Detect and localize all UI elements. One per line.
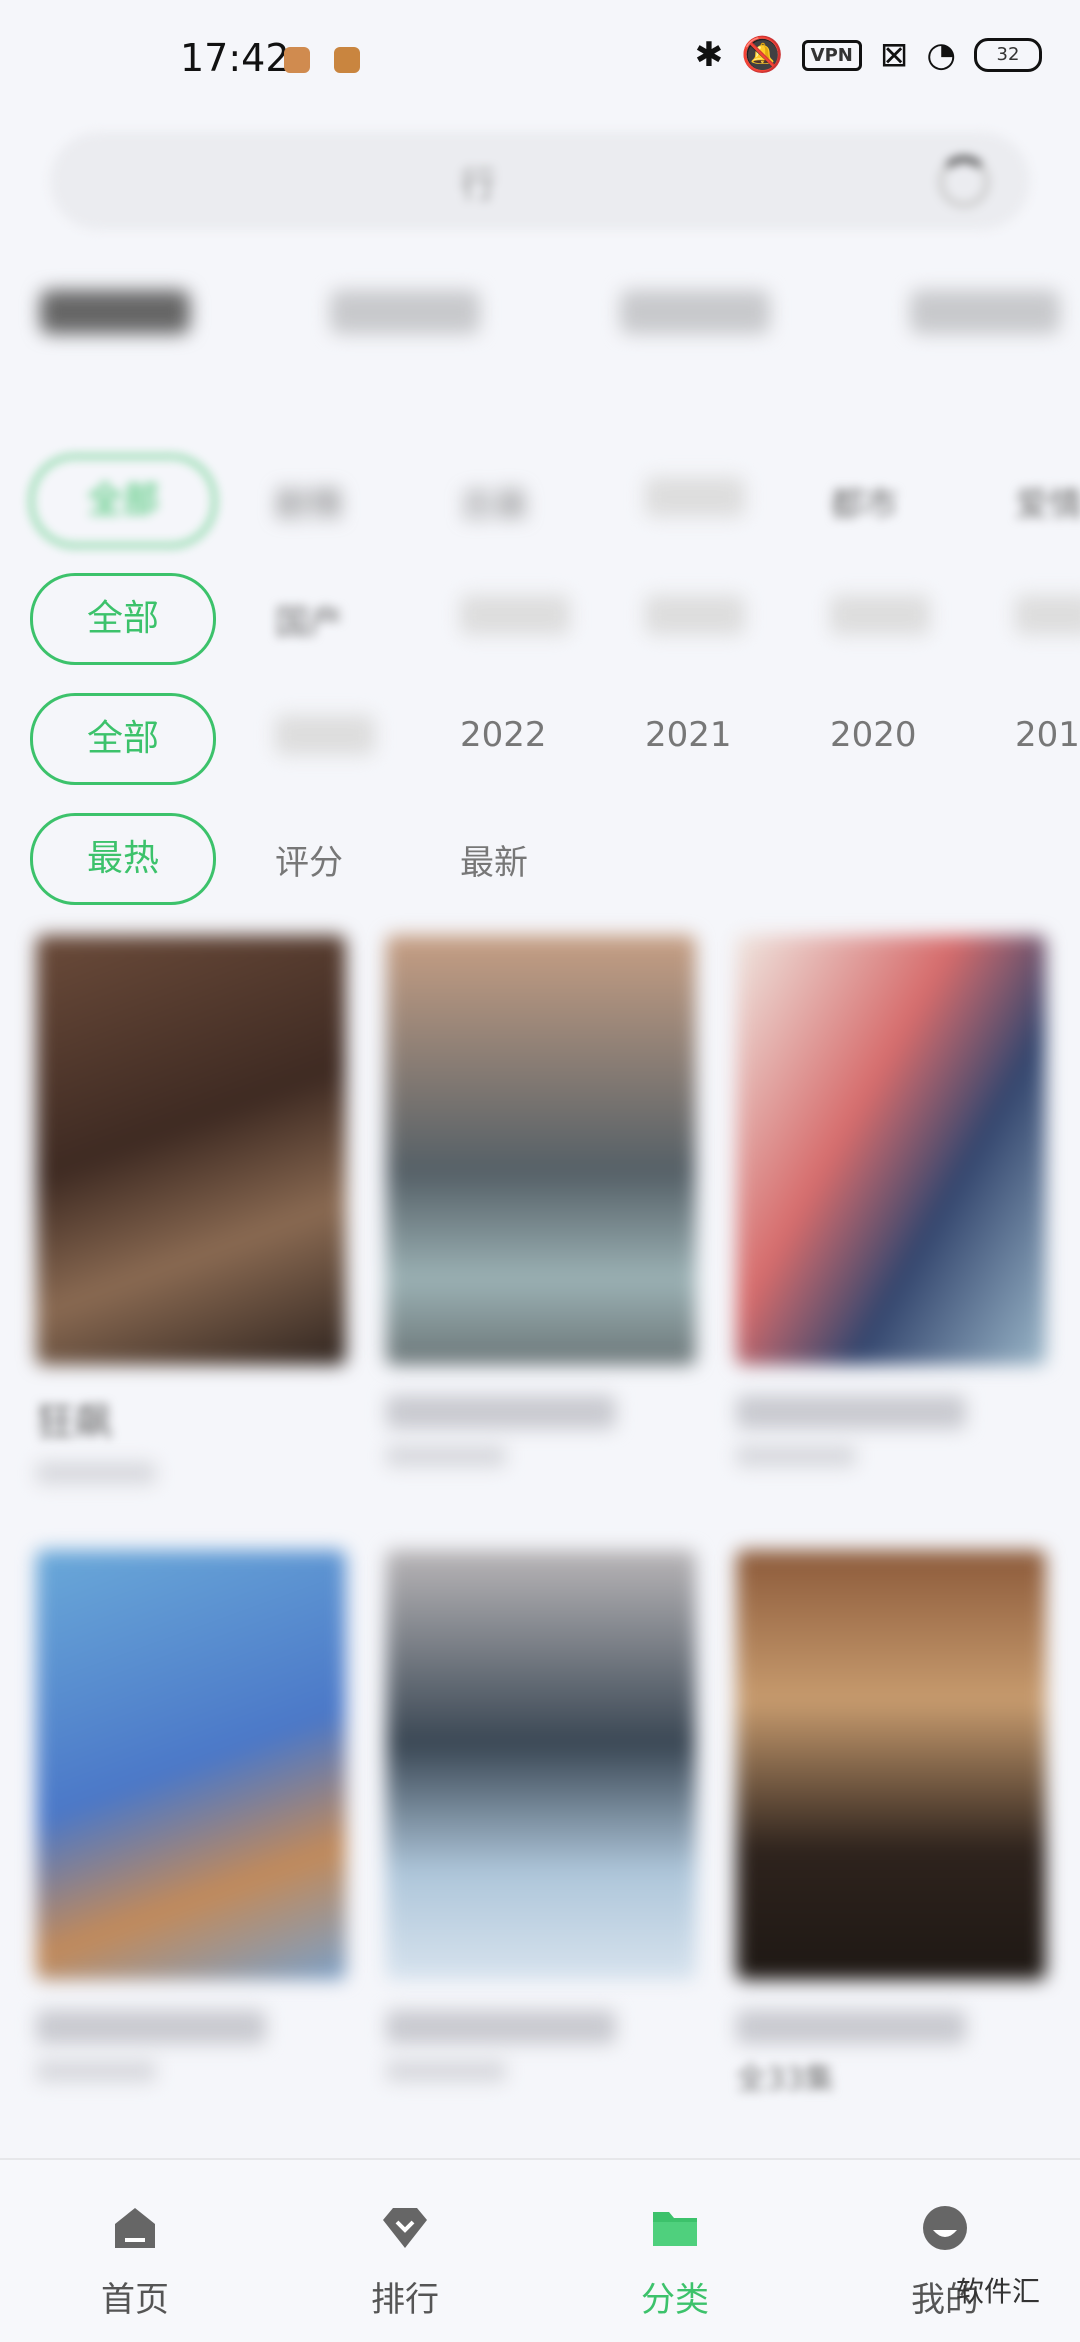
card-subtitle [386, 2060, 506, 2082]
nav-category[interactable]: 分类 [595, 2202, 755, 2321]
loading-icon [938, 156, 990, 208]
poster-image [736, 1550, 1046, 1980]
filter-row-genre: 全部 剧情 古装 都市 爱情 [30, 455, 1080, 547]
genre-chip-selected[interactable]: 全部 [30, 455, 216, 547]
bluetooth-icon: ✱ [694, 35, 724, 75]
card-title [736, 1395, 966, 1429]
year-option[interactable]: 2020 [830, 715, 917, 755]
status-time: 17:42 [180, 36, 290, 80]
vpn-icon: VPN [801, 39, 862, 71]
search-placeholder: 行 [460, 165, 497, 206]
rank-icon [383, 2208, 427, 2248]
genre-option[interactable]: 剧情 [275, 477, 343, 526]
status-icons: ✱ 🔕 VPN ⊠ ◔ 32 [695, 38, 1042, 72]
search-bar[interactable]: 行 [50, 132, 1030, 230]
notification-app-icon [284, 47, 310, 73]
media-card[interactable] [36, 1550, 346, 2082]
region-chip-selected[interactable]: 全部 [30, 573, 216, 665]
media-card[interactable] [386, 1550, 696, 2082]
card-title [36, 2010, 266, 2044]
category-icon [653, 2212, 697, 2246]
poster-image [386, 1550, 696, 1980]
tab-1[interactable] [40, 290, 190, 334]
home-icon [115, 2208, 155, 2248]
card-subtitle [386, 1445, 506, 1467]
region-option[interactable] [645, 595, 745, 635]
bottom-nav: 首页 排行 分类 我的 [0, 2158, 1080, 2342]
genre-option[interactable]: 爱情 [1015, 477, 1080, 526]
nav-home[interactable]: 首页 [55, 2202, 215, 2321]
sort-option-rating[interactable]: 评分 [275, 835, 343, 884]
filter-row-region: 全部 国产 [30, 573, 1080, 665]
media-card[interactable]: 狂飙 [36, 935, 346, 1484]
year-option[interactable]: 2022 [460, 715, 547, 755]
poster-image [386, 935, 696, 1365]
genre-option[interactable]: 都市 [830, 477, 898, 526]
tab-4[interactable] [910, 290, 1060, 334]
card-subtitle: 全33集 [736, 2062, 835, 2097]
profile-icon [923, 2206, 967, 2250]
watermark: 软件汇 [955, 2275, 1040, 2308]
card-subtitle [736, 1445, 856, 1467]
wifi-icon: ◔ [926, 35, 956, 75]
nav-category-label: 分类 [641, 2280, 709, 2320]
card-title [386, 1395, 616, 1429]
media-card[interactable] [386, 935, 696, 1467]
card-subtitle [36, 2060, 156, 2082]
status-bar: 17:42 ✱ 🔕 VPN ⊠ ◔ 32 [0, 0, 1080, 125]
no-sim-icon: ⊠ [879, 35, 909, 75]
card-title: 狂飙 [36, 1400, 113, 1444]
region-option[interactable]: 国产 [275, 595, 343, 644]
genre-option[interactable]: 古装 [460, 477, 528, 526]
battery-icon: 32 [974, 38, 1042, 72]
nav-home-label: 首页 [101, 2280, 169, 2320]
category-tabs [40, 290, 1060, 334]
poster-image [36, 935, 346, 1365]
year-option[interactable]: 2019 [1015, 715, 1080, 755]
region-option[interactable] [1015, 595, 1080, 635]
tab-3[interactable] [620, 290, 770, 334]
year-option[interactable]: 2021 [645, 715, 732, 755]
year-chip-selected[interactable]: 全部 [30, 693, 216, 785]
region-option[interactable] [830, 595, 930, 635]
region-option[interactable] [460, 595, 570, 635]
year-option[interactable] [275, 715, 375, 755]
media-card[interactable]: 全33集 [736, 1550, 1046, 2098]
nav-rank[interactable]: 排行 [325, 2202, 485, 2321]
card-title [736, 2010, 966, 2044]
filter-row-year: 全部 2022 2021 2020 2019 [30, 693, 1080, 785]
genre-option[interactable] [645, 477, 745, 517]
sort-option-latest[interactable]: 最新 [460, 835, 528, 884]
poster-image [36, 1550, 346, 1980]
tab-2[interactable] [330, 290, 480, 334]
notification-app-icon-2 [334, 47, 360, 73]
poster-image [736, 935, 1046, 1365]
media-card[interactable] [736, 935, 1046, 1467]
card-subtitle [36, 1462, 156, 1484]
sort-chip-selected[interactable]: 最热 [30, 813, 216, 905]
filter-row-sort: 最热 评分 最新 [30, 813, 1080, 905]
card-title [386, 2010, 616, 2044]
silent-icon: 🔕 [741, 35, 784, 75]
nav-rank-label: 排行 [371, 2280, 439, 2320]
